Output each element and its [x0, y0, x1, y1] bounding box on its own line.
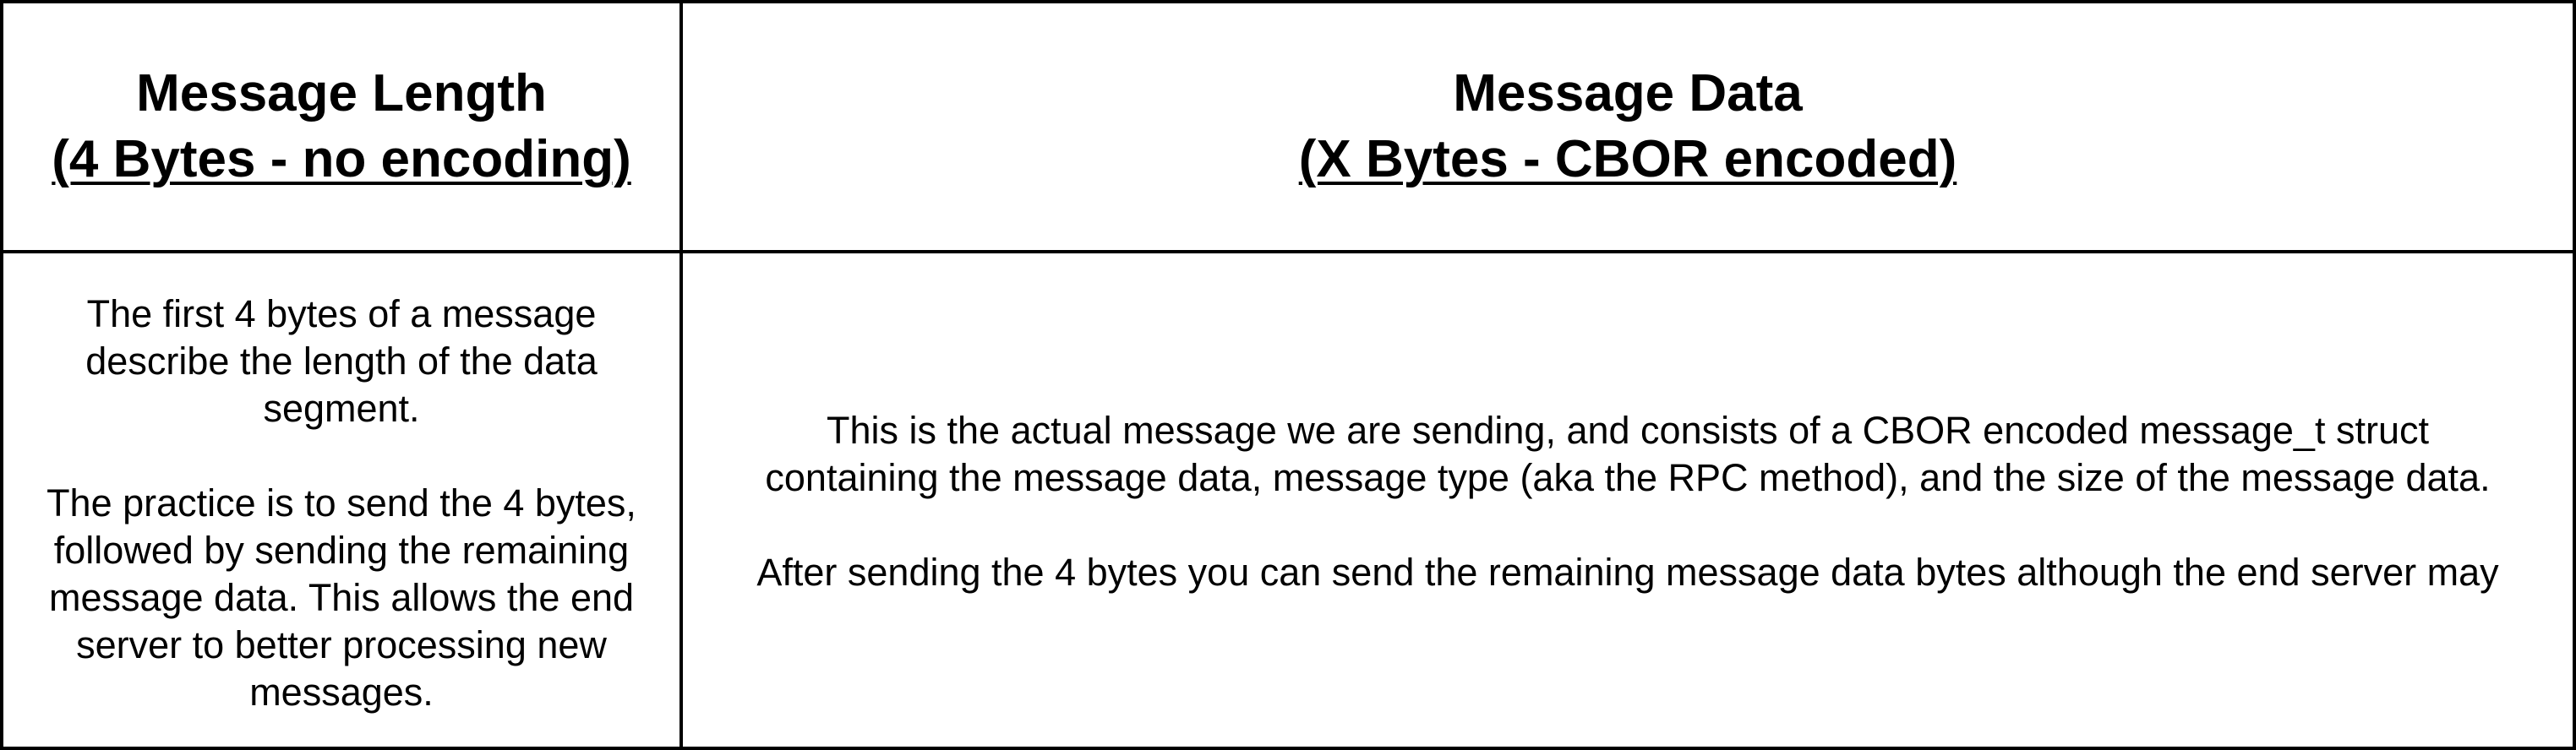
- message-data-paragraph-1-line-2: containing the message data, message typ…: [765, 456, 2491, 499]
- message-length-subtitle: (4 Bytes - no encoding): [52, 130, 631, 188]
- message-length-paragraph-2: The practice is to send the 4 bytes, fol…: [46, 481, 636, 714]
- message-length-paragraph-1: The first 4 bytes of a message describe …: [85, 292, 598, 430]
- message-data-paragraph-1-line-1: This is the actual message we are sendin…: [827, 409, 2429, 452]
- message-data-title: Message Data: [1453, 64, 1803, 122]
- message-format-table: Message Length (4 Bytes - no encoding) M…: [0, 0, 2576, 750]
- message-data-description: This is the actual message we are sendin…: [741, 407, 2513, 596]
- message-length-description: The first 4 bytes of a message describe …: [3, 291, 679, 716]
- message-data-header-cell: Message Data (X Bytes - CBOR encoded): [679, 0, 2576, 253]
- message-length-header-cell: Message Length (4 Bytes - no encoding): [0, 0, 683, 253]
- message-length-body-cell: The first 4 bytes of a message describe …: [0, 250, 683, 750]
- message-data-body-cell: This is the actual message we are sendin…: [679, 250, 2576, 750]
- message-data-paragraph-1: This is the actual message we are sendin…: [756, 407, 2498, 502]
- message-length-header: Message Length (4 Bytes - no encoding): [52, 61, 630, 193]
- message-data-paragraph-2: After sending the 4 bytes you can send t…: [756, 551, 2499, 594]
- message-data-header: Message Data (X Bytes - CBOR encoded): [1299, 61, 1957, 193]
- message-length-title: Message Length: [136, 64, 547, 122]
- message-data-subtitle: (X Bytes - CBOR encoded): [1298, 130, 1957, 188]
